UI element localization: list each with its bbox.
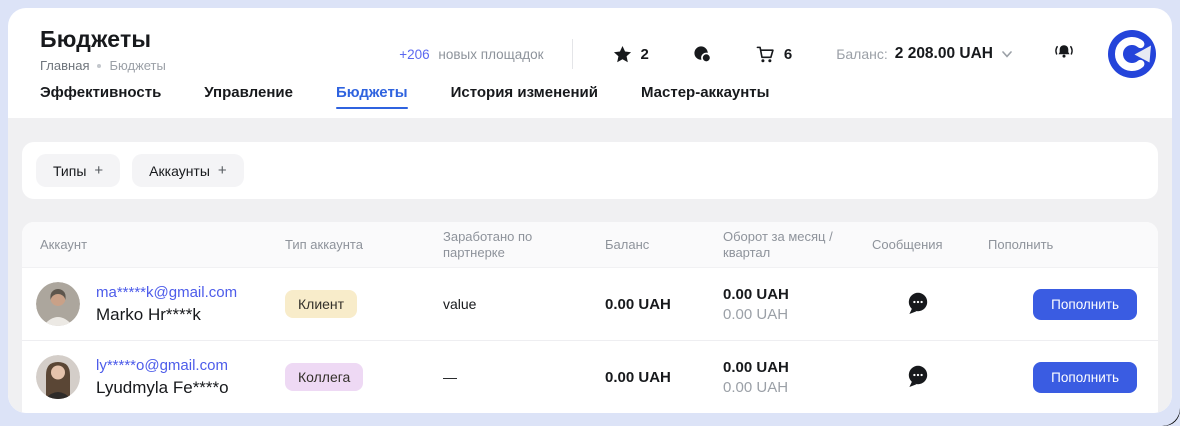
tab-master-accounts[interactable]: Мастер-аккаунты bbox=[641, 78, 769, 118]
filter-types-label: Типы bbox=[53, 163, 86, 179]
topup-button[interactable]: Пополнить bbox=[1033, 289, 1137, 320]
column-header-account-type: Тип аккаунта bbox=[285, 237, 443, 253]
star-icon bbox=[613, 45, 632, 64]
topup-cell: Пополнить bbox=[988, 362, 1158, 393]
tab-history[interactable]: История изменений bbox=[451, 78, 598, 118]
account-info: ly*****o@gmail.com Lyudmyla Fe****o bbox=[96, 357, 229, 398]
cart-counter[interactable]: 6 bbox=[756, 45, 792, 64]
account-type-badge: Клиент bbox=[285, 290, 357, 318]
tab-management[interactable]: Управление bbox=[204, 78, 293, 118]
page-title: Бюджеты bbox=[40, 26, 166, 53]
cart-count: 6 bbox=[784, 46, 792, 63]
earned-cell: value bbox=[443, 296, 605, 312]
earned-cell: — bbox=[443, 369, 605, 385]
main-card: Бюджеты Главная Бюджеты +206 новых площа… bbox=[8, 8, 1172, 413]
topup-button[interactable]: Пополнить bbox=[1033, 362, 1137, 393]
comments-icon bbox=[693, 45, 712, 64]
table-header-row: Аккаунт Тип аккаунта Заработано по партн… bbox=[22, 222, 1158, 268]
new-platforms-link[interactable]: +206 новых площадок bbox=[399, 47, 543, 62]
account-type-badge: Коллега bbox=[285, 363, 363, 391]
account-info: ma*****k@gmail.com Marko Hr****k bbox=[96, 284, 237, 325]
turnover-month: 0.00 UAH bbox=[723, 286, 864, 303]
turnover-cell: 0.00 UAH 0.00 UAH bbox=[723, 286, 872, 323]
notifications-button[interactable] bbox=[1052, 40, 1076, 69]
favorites-count: 2 bbox=[641, 46, 649, 63]
chevron-down-icon bbox=[1002, 51, 1012, 58]
cart-icon bbox=[756, 45, 775, 64]
account-name: Lyudmyla Fe****o bbox=[96, 378, 229, 398]
turnover-cell: 0.00 UAH 0.00 UAH bbox=[723, 359, 872, 396]
tab-budgets[interactable]: Бюджеты bbox=[336, 78, 408, 118]
column-header-messages: Сообщения bbox=[872, 237, 988, 253]
balance-cell: 0.00 UAH bbox=[605, 296, 723, 313]
favorites-counter[interactable]: 2 bbox=[613, 45, 649, 64]
table-row: ma*****k@gmail.com Marko Hr****k Клиент … bbox=[22, 268, 1158, 340]
accounts-table: Аккаунт Тип аккаунта Заработано по партн… bbox=[22, 222, 1158, 413]
plus-icon: + bbox=[94, 162, 103, 179]
breadcrumb-current: Бюджеты bbox=[109, 58, 165, 73]
title-block: Бюджеты Главная Бюджеты bbox=[40, 24, 166, 73]
breadcrumb: Главная Бюджеты bbox=[40, 58, 166, 73]
column-header-topup: Пополнить bbox=[988, 237, 1158, 253]
avatar bbox=[36, 355, 80, 399]
new-platforms-count: +206 bbox=[399, 47, 429, 62]
account-name: Marko Hr****k bbox=[96, 305, 237, 325]
avatar bbox=[36, 282, 80, 326]
balance-value: 2 208.00 UAH bbox=[895, 45, 993, 63]
comments-counter[interactable] bbox=[693, 45, 712, 64]
breadcrumb-separator bbox=[97, 64, 101, 68]
turnover-month: 0.00 UAH bbox=[723, 359, 864, 376]
balance-label: Баланс: bbox=[836, 46, 888, 62]
turnover-quarter: 0.00 UAH bbox=[723, 306, 864, 323]
column-header-earned: Заработано по партнерке bbox=[443, 229, 581, 261]
messages-cell bbox=[872, 292, 988, 316]
breadcrumb-home-link[interactable]: Главная bbox=[40, 58, 89, 73]
messages-cell bbox=[872, 365, 988, 389]
balance-dropdown[interactable]: Баланс: 2 208.00 UAH bbox=[836, 45, 1012, 63]
account-type-cell: Клиент bbox=[285, 290, 443, 318]
account-type-cell: Коллега bbox=[285, 363, 443, 391]
filter-accounts-label: Аккаунты bbox=[149, 163, 210, 179]
account-cell: ly*****o@gmail.com Lyudmyla Fe****o bbox=[22, 355, 285, 399]
page: Бюджеты Главная Бюджеты +206 новых площа… bbox=[0, 0, 1180, 426]
filters-card: Типы + Аккаунты + bbox=[22, 142, 1158, 199]
filter-types-button[interactable]: Типы + bbox=[36, 154, 120, 187]
plus-icon: + bbox=[218, 162, 227, 179]
bell-icon bbox=[1052, 40, 1076, 64]
balance-cell: 0.00 UAH bbox=[605, 369, 723, 386]
tab-bar: Эффективность Управление Бюджеты История… bbox=[8, 78, 1172, 118]
filter-accounts-button[interactable]: Аккаунты + bbox=[132, 154, 244, 187]
message-bubble-icon[interactable] bbox=[906, 365, 929, 389]
new-platforms-label: новых площадок bbox=[438, 47, 543, 62]
topup-cell: Пополнить bbox=[988, 289, 1158, 320]
content-panel: Типы + Аккаунты + Аккаунт Тип аккаунта З… bbox=[8, 118, 1172, 413]
account-email-link[interactable]: ma*****k@gmail.com bbox=[96, 284, 237, 301]
header-divider bbox=[572, 39, 573, 69]
tab-effectiveness[interactable]: Эффективность bbox=[40, 78, 161, 118]
account-email-link[interactable]: ly*****o@gmail.com bbox=[96, 357, 229, 374]
message-bubble-icon[interactable] bbox=[906, 292, 929, 316]
column-header-account: Аккаунт bbox=[22, 237, 285, 253]
top-header: Бюджеты Главная Бюджеты +206 новых площа… bbox=[8, 8, 1172, 78]
column-header-turnover: Оборот за месяц / квартал bbox=[723, 229, 861, 261]
header-right: +206 новых площадок 2 bbox=[399, 28, 1156, 80]
account-cell: ma*****k@gmail.com Marko Hr****k bbox=[22, 282, 285, 326]
column-header-balance: Баланс bbox=[605, 237, 723, 253]
turnover-quarter: 0.00 UAH bbox=[723, 379, 864, 396]
table-row: ly*****o@gmail.com Lyudmyla Fe****o Колл… bbox=[22, 340, 1158, 413]
app-logo[interactable] bbox=[1108, 30, 1156, 78]
